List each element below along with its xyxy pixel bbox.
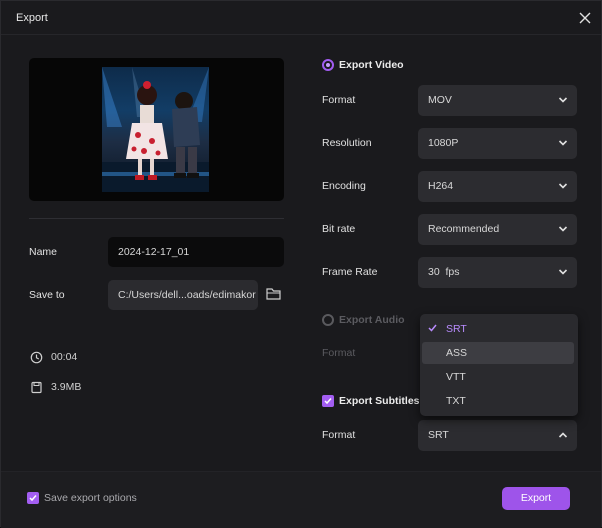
chevron-down-icon bbox=[558, 226, 568, 232]
framerate-select[interactable]: 30 fps bbox=[418, 257, 577, 288]
export-subtitles-title: Export Subtitles bbox=[339, 395, 420, 407]
subtitle-format-dropdown: SRT ASS VTT TXT bbox=[420, 314, 578, 416]
format-label: Format bbox=[322, 94, 356, 106]
saveto-label: Save to bbox=[29, 289, 65, 301]
name-label: Name bbox=[29, 246, 58, 258]
chevron-up-icon bbox=[558, 432, 568, 438]
export-video-radio[interactable] bbox=[322, 59, 334, 71]
dropdown-option-ass[interactable]: ASS bbox=[422, 342, 574, 364]
name-input[interactable]: 2024-12-17_01 bbox=[108, 237, 284, 267]
subtitle-format-label: Format bbox=[322, 429, 356, 441]
chevron-down-icon bbox=[558, 140, 568, 146]
export-dialog: Export Name 2024-12-17_01 Save to C:/Use… bbox=[0, 0, 602, 528]
resolution-select[interactable]: 1080P bbox=[418, 128, 577, 159]
divider bbox=[29, 218, 284, 219]
resolution-value: 1080P bbox=[428, 137, 459, 149]
chevron-down-icon bbox=[558, 269, 568, 275]
encoding-select[interactable]: H264 bbox=[418, 171, 577, 202]
option-label: ASS bbox=[446, 347, 468, 359]
video-preview bbox=[29, 58, 284, 201]
audio-format-label: Format bbox=[322, 347, 356, 359]
encoding-label: Encoding bbox=[322, 180, 366, 192]
folder-icon[interactable] bbox=[265, 286, 283, 302]
export-button[interactable]: Export bbox=[502, 487, 570, 510]
saveto-path[interactable]: C:/Users/dell...oads/edimakor bbox=[108, 280, 258, 310]
subtitle-format-select[interactable]: SRT bbox=[418, 420, 577, 451]
chevron-down-icon bbox=[558, 97, 568, 103]
save-options-checkbox[interactable] bbox=[27, 492, 39, 504]
option-label: SRT bbox=[446, 323, 467, 335]
format-value: MOV bbox=[428, 94, 452, 106]
resolution-label: Resolution bbox=[322, 137, 372, 149]
framerate-value: 30 fps bbox=[428, 266, 460, 278]
option-label: TXT bbox=[446, 395, 466, 407]
option-label: VTT bbox=[446, 371, 466, 383]
chevron-down-icon bbox=[558, 183, 568, 189]
bitrate-value: Recommended bbox=[428, 223, 500, 235]
dropdown-option-txt[interactable]: TXT bbox=[420, 390, 578, 412]
subtitle-format-value: SRT bbox=[428, 429, 449, 441]
export-audio-radio[interactable] bbox=[322, 314, 334, 326]
clock-icon bbox=[30, 351, 43, 364]
duration-value: 00:04 bbox=[51, 351, 78, 363]
format-select[interactable]: MOV bbox=[418, 85, 577, 116]
dropdown-option-srt[interactable]: SRT bbox=[420, 318, 578, 340]
check-icon bbox=[428, 324, 437, 332]
bitrate-select[interactable]: Recommended bbox=[418, 214, 577, 245]
export-video-title: Export Video bbox=[339, 59, 404, 71]
close-icon[interactable] bbox=[576, 9, 594, 27]
framerate-label: Frame Rate bbox=[322, 266, 378, 278]
title-bar: Export bbox=[1, 1, 601, 35]
dialog-title: Export bbox=[16, 12, 48, 24]
bitrate-label: Bit rate bbox=[322, 223, 356, 235]
dropdown-option-vtt[interactable]: VTT bbox=[420, 366, 578, 388]
export-subtitles-checkbox[interactable] bbox=[322, 395, 334, 407]
file-size-icon bbox=[30, 381, 43, 394]
save-options-label: Save export options bbox=[44, 492, 137, 504]
file-size-value: 3.9MB bbox=[51, 381, 82, 393]
export-audio-title: Export Audio bbox=[339, 314, 405, 326]
encoding-value: H264 bbox=[428, 180, 454, 192]
preview-thumbnail bbox=[102, 67, 209, 192]
